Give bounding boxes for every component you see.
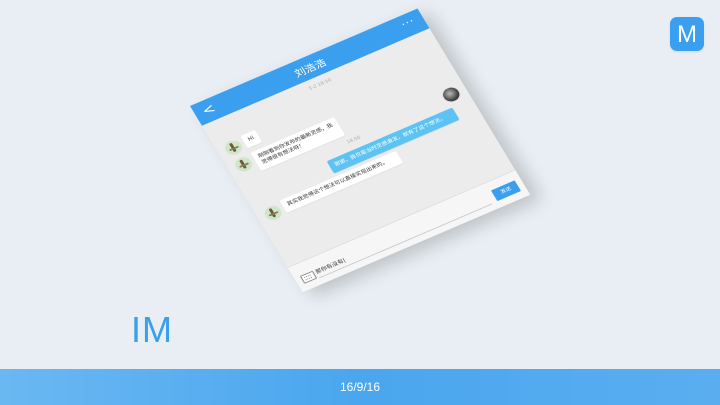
footer-bar: 16/9/16 [0,369,720,405]
message-bubble-left: Hi [240,129,263,149]
phone-chat-mockup: < 刘浩浩 ··· 5-2 18:50 Hi 刚刚看到你发布的最新灵感，我觉得很… [190,8,531,293]
app-logo: M [670,17,704,51]
chat-title: 刘浩浩 [292,56,329,80]
slide-title: IM [131,309,173,350]
chat-header: < 刘浩浩 ··· [190,8,430,126]
message-input[interactable]: 那你有没有| [313,194,493,279]
keyboard-icon[interactable] [299,270,318,284]
logo-letter: M [677,21,697,48]
send-button[interactable]: 发送 [490,180,522,202]
slide-date: 16/9/16 [339,380,381,394]
